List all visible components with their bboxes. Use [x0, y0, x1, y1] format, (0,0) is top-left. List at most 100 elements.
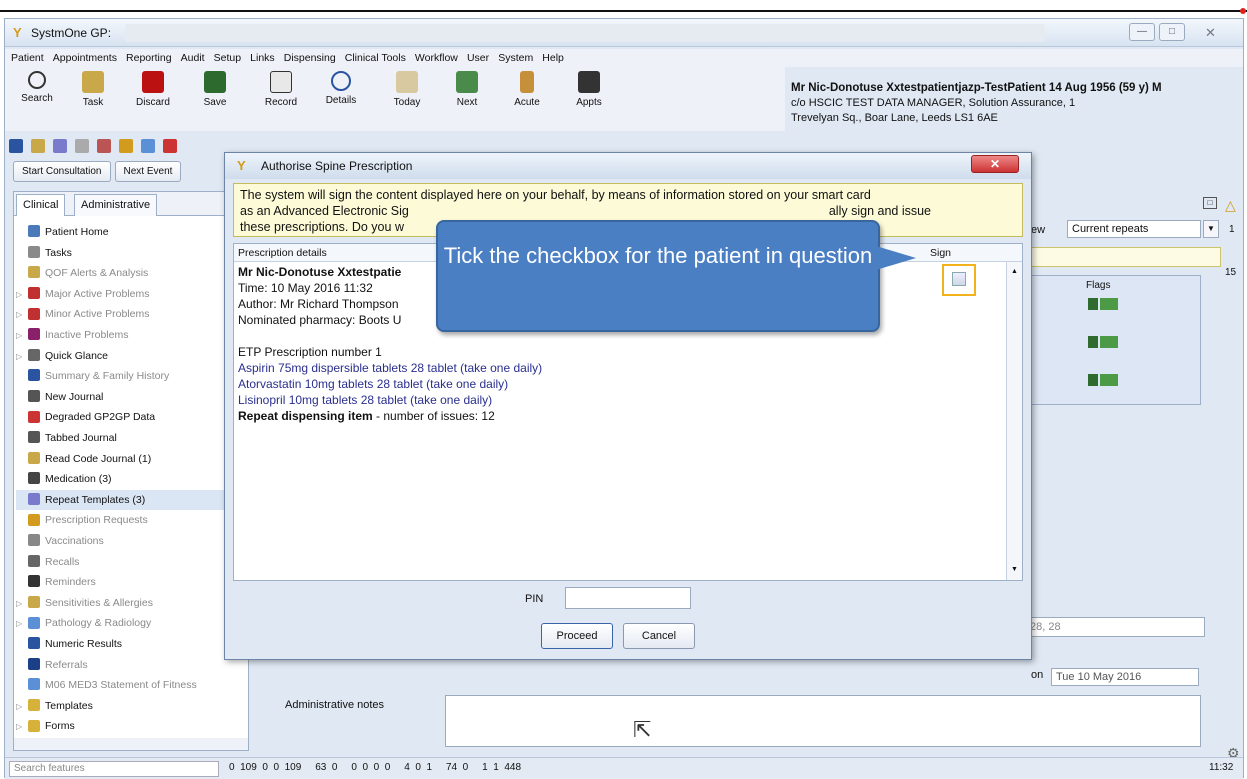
- issue-quantity-field[interactable]: 28, 28: [1025, 617, 1205, 637]
- details-icon: [331, 71, 351, 91]
- search-features-input[interactable]: Search features: [9, 761, 219, 777]
- admin-notes-label: Administrative notes: [285, 699, 385, 711]
- maximize-button[interactable]: □: [1159, 23, 1185, 41]
- task-icon: [82, 71, 104, 93]
- nav-item-summary-family-history[interactable]: Summary & Family History: [16, 366, 246, 387]
- nav-item-forms[interactable]: ▷ Forms: [16, 716, 246, 737]
- horizontal-scrollbar[interactable]: [14, 738, 248, 750]
- nav-item-tabbed-journal[interactable]: Tabbed Journal: [16, 428, 246, 449]
- expand-arrow-icon[interactable]: ▷: [16, 614, 26, 634]
- flag-icon: [1088, 336, 1098, 349]
- menu-clinical-tools[interactable]: Clinical Tools: [345, 49, 406, 67]
- nav-item-referrals[interactable]: Referrals: [16, 655, 246, 676]
- filter-icon[interactable]: [97, 139, 111, 153]
- restore-panel-icon[interactable]: □: [1203, 197, 1217, 209]
- nav-item-recalls[interactable]: Recalls: [16, 552, 246, 573]
- expand-arrow-icon[interactable]: ▷: [16, 697, 26, 717]
- nav-item-numeric-results[interactable]: Numeric Results: [16, 634, 246, 655]
- close-window-button[interactable]: ✕: [1205, 25, 1216, 41]
- save-button[interactable]: Save: [187, 71, 243, 108]
- nav-item-tasks[interactable]: Tasks: [16, 243, 246, 264]
- tab-clinical[interactable]: Clinical: [16, 194, 66, 216]
- folder-icon: [28, 699, 40, 712]
- view-select[interactable]: Current repeats: [1067, 220, 1201, 238]
- admin-notes-field[interactable]: [445, 695, 1201, 747]
- warning-icon[interactable]: [119, 139, 133, 153]
- chevron-down-icon[interactable]: ▼: [1203, 220, 1219, 238]
- bp-icon[interactable]: [141, 139, 155, 153]
- record-button[interactable]: Record: [253, 71, 309, 108]
- title-blurred-area: [125, 24, 1045, 42]
- nav-item-major-active-problems[interactable]: ▷ Major Active Problems: [16, 284, 246, 305]
- nav-item-pathology-radiology[interactable]: ▷ Pathology & Radiology: [16, 613, 246, 634]
- expand-arrow-icon[interactable]: ▷: [16, 717, 26, 737]
- expand-arrow-icon[interactable]: ▷: [16, 285, 26, 305]
- toolbar: Search Task Discard Save Record Details …: [5, 67, 785, 131]
- menu-help[interactable]: Help: [542, 49, 564, 67]
- nav-item-qof-alerts-analysis[interactable]: QOF Alerts & Analysis: [16, 263, 246, 284]
- folder-icon[interactable]: [31, 139, 45, 153]
- menu-setup[interactable]: Setup: [214, 49, 241, 67]
- nav-item-patient-home[interactable]: Patient Home: [16, 222, 246, 243]
- patient-address-line1: c/o HSCIC TEST DATA MANAGER, Solution As…: [791, 97, 1076, 109]
- task-button[interactable]: Task: [65, 71, 121, 108]
- menu-system[interactable]: System: [498, 49, 533, 67]
- menu-workflow[interactable]: Workflow: [415, 49, 458, 67]
- tick-icon[interactable]: [53, 139, 67, 153]
- dialog-close-button[interactable]: ✕: [971, 155, 1019, 173]
- appts-button[interactable]: Appts: [561, 71, 617, 108]
- nav-item-read-code-journal-1[interactable]: Read Code Journal (1): [16, 449, 246, 470]
- nav-item-reminders[interactable]: Reminders: [16, 572, 246, 593]
- nav-item-medication-3[interactable]: Medication (3): [16, 469, 246, 490]
- proceed-button[interactable]: Proceed: [541, 623, 613, 649]
- nav-item-templates[interactable]: ▷ Templates: [16, 696, 246, 717]
- warning-triangle-icon[interactable]: △: [1225, 197, 1236, 214]
- today-button[interactable]: Today: [379, 71, 435, 108]
- nav-item-quick-glance[interactable]: ▷ Quick Glance: [16, 346, 246, 367]
- alert-bar: [1025, 247, 1221, 267]
- minimize-button[interactable]: —: [1129, 23, 1155, 41]
- expand-arrow-icon[interactable]: ▷: [16, 305, 26, 325]
- nav-item-repeat-templates-3[interactable]: Repeat Templates (3): [16, 489, 246, 511]
- menu-appointments[interactable]: Appointments: [53, 49, 117, 67]
- menu-patient[interactable]: Patient: [11, 49, 44, 67]
- next-button[interactable]: Next: [439, 71, 495, 108]
- menu-links[interactable]: Links: [250, 49, 275, 67]
- date-field[interactable]: Tue 10 May 2016: [1051, 668, 1199, 686]
- tab-administrative[interactable]: Administrative: [74, 194, 158, 216]
- menu-reporting[interactable]: Reporting: [126, 49, 172, 67]
- patient-home-icon: [28, 225, 40, 238]
- magnifier-icon: [28, 71, 46, 89]
- prescription-scrollbar[interactable]: ▲ ▼: [1006, 262, 1022, 580]
- nav-item-degraded-gp2gp-data[interactable]: Degraded GP2GP Data: [16, 407, 246, 428]
- menu-audit[interactable]: Audit: [181, 49, 205, 67]
- menu-user[interactable]: User: [467, 49, 489, 67]
- menu-dispensing[interactable]: Dispensing: [284, 49, 336, 67]
- nav-item-minor-active-problems[interactable]: ▷ Minor Active Problems: [16, 304, 246, 325]
- globe-icon[interactable]: [9, 139, 23, 153]
- start-consultation-button[interactable]: Start Consultation: [13, 161, 111, 182]
- drug-item: Aspirin 75mg dispersible tablets 28 tabl…: [238, 361, 543, 375]
- nav-item-sensitivities-allergies[interactable]: ▷ Sensitivities & Allergies: [16, 593, 246, 614]
- nav-item-vaccinations[interactable]: Vaccinations: [16, 531, 246, 552]
- expand-arrow-icon[interactable]: ▷: [16, 594, 26, 614]
- next-event-button[interactable]: Next Event: [114, 161, 182, 182]
- expand-arrow-icon[interactable]: ▷: [16, 347, 26, 367]
- nav-item-prescription-requests[interactable]: Prescription Requests: [16, 510, 246, 531]
- pen-icon[interactable]: [75, 139, 89, 153]
- scroll-down-icon[interactable]: ▼: [1011, 566, 1018, 573]
- scroll-up-icon[interactable]: ▲: [1011, 268, 1018, 275]
- pin-input[interactable]: [565, 587, 691, 609]
- nav-item-new-journal[interactable]: New Journal: [16, 387, 246, 408]
- expand-arrow-icon[interactable]: ▷: [16, 326, 26, 346]
- chart-icon[interactable]: [163, 139, 177, 153]
- acute-button[interactable]: Acute: [499, 71, 555, 108]
- sign-checkbox[interactable]: [952, 272, 966, 286]
- cancel-button[interactable]: Cancel: [623, 623, 695, 649]
- nav-item-m06-med3-statement-of-fitness[interactable]: M06 MED3 Statement of Fitness: [16, 675, 246, 696]
- sign-column: Sign: [930, 247, 952, 259]
- discard-button[interactable]: Discard: [125, 71, 181, 108]
- nav-item-inactive-problems[interactable]: ▷ Inactive Problems: [16, 325, 246, 346]
- details-button[interactable]: Details: [313, 71, 369, 106]
- search-button[interactable]: Search: [9, 71, 65, 104]
